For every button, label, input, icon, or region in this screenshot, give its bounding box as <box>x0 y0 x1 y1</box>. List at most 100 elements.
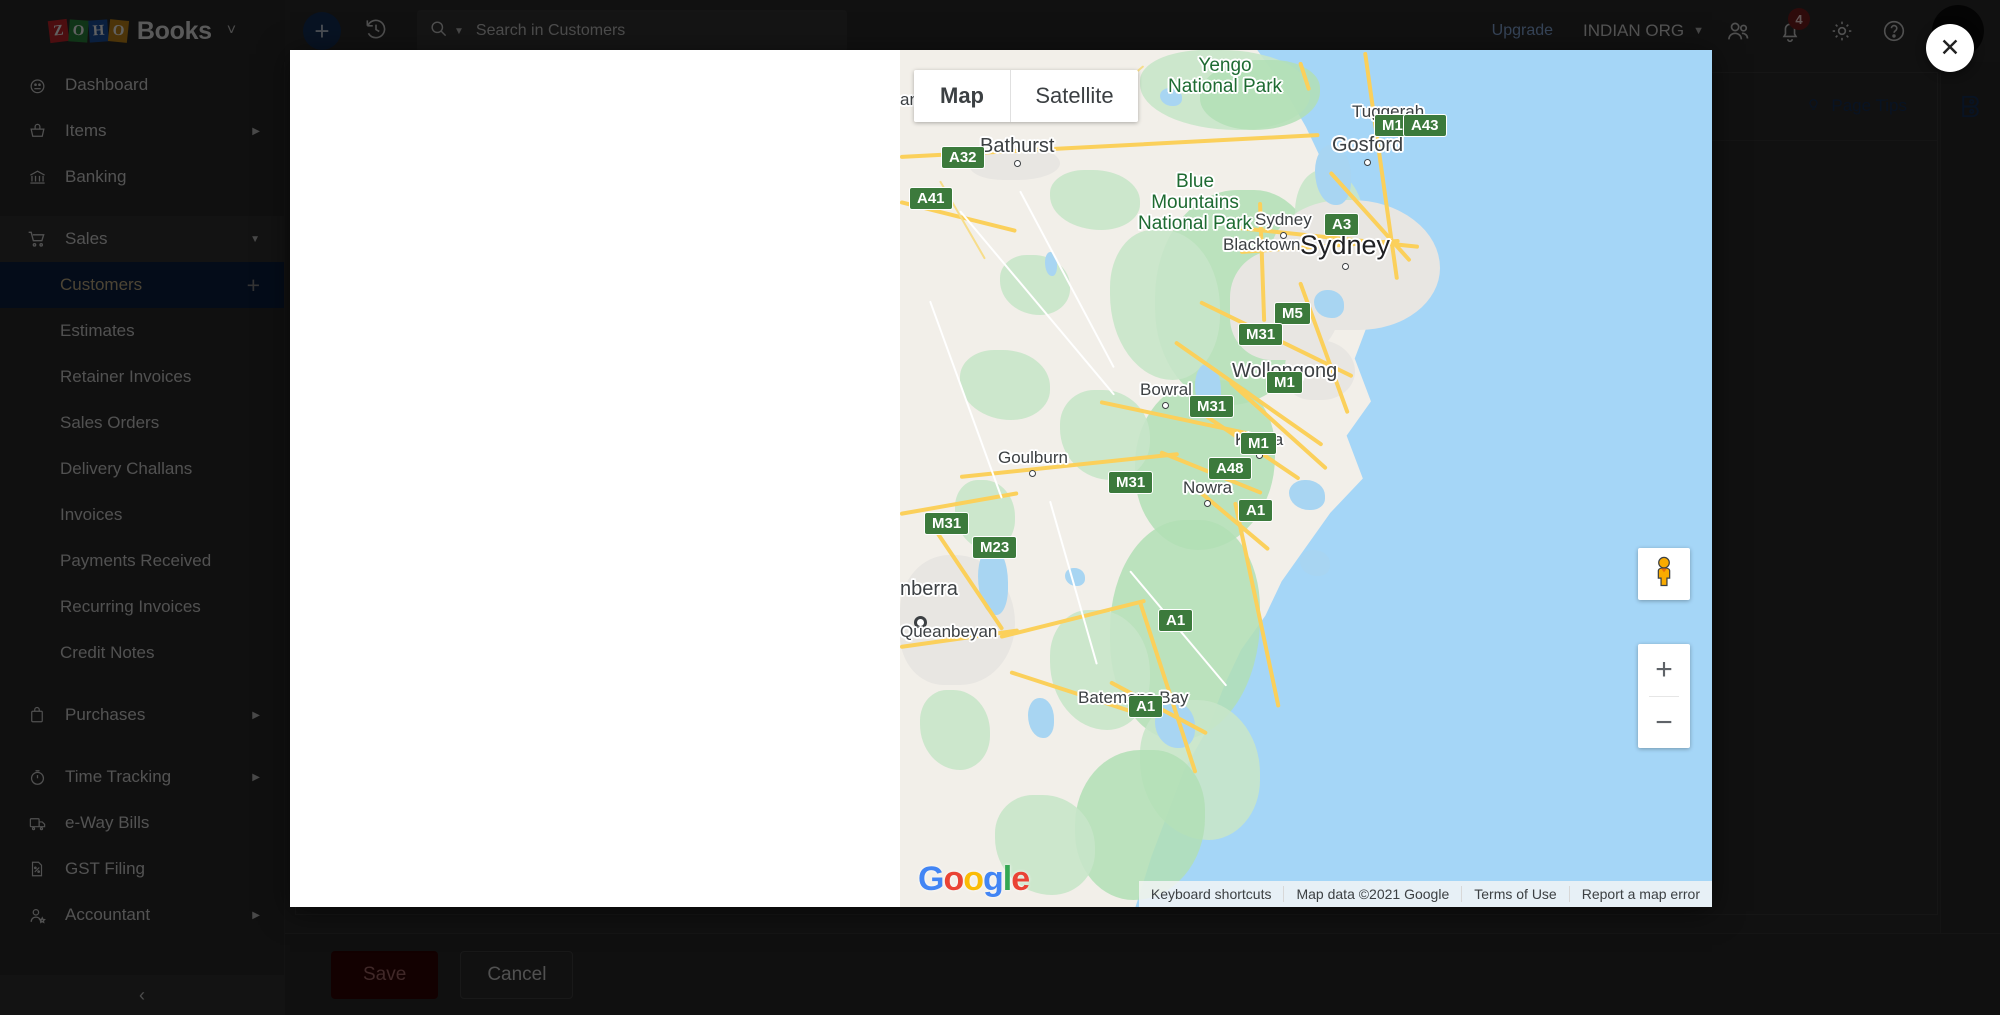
sidebar-item-label: Purchases <box>65 705 146 724</box>
sidebar-divider-gap <box>0 200 284 216</box>
zoom-out-button[interactable]: − <box>1638 697 1690 749</box>
map-place-dot <box>1341 263 1349 270</box>
save-button[interactable]: Save <box>331 950 439 999</box>
sidebar-item-delivery-challans[interactable]: Delivery Challans <box>0 446 284 492</box>
sidebar-item-purchases[interactable]: Purchases ▶ <box>0 692 284 738</box>
recent-activity-button[interactable] <box>363 16 389 47</box>
sidebar-item-payments-received[interactable]: Payments Received <box>0 538 284 584</box>
books-b-logo-icon[interactable] <box>1956 92 1985 1015</box>
keyboard-shortcuts-link[interactable]: Keyboard shortcuts <box>1139 886 1284 902</box>
map-place-label: nberra <box>900 578 958 600</box>
map-route-shield: A3 <box>1324 213 1360 237</box>
upgrade-link[interactable]: Upgrade <box>1492 22 1553 40</box>
sidebar-item-retainer-invoices[interactable]: Retainer Invoices <box>0 354 284 400</box>
sidebar-item-sales-orders[interactable]: Sales Orders <box>0 400 284 446</box>
sidebar-item-eway-bills[interactable]: e-Way Bills <box>0 800 284 846</box>
map-route-shield: A43 <box>1403 114 1447 138</box>
close-icon: ✕ <box>1939 34 1961 62</box>
chevron-down-icon[interactable]: ▼ <box>454 26 464 37</box>
sidebar-item-label: GST Filing <box>65 859 145 878</box>
gauge-icon <box>26 76 48 95</box>
sidebar-item-estimates[interactable]: Estimates <box>0 308 284 354</box>
chevron-down-icon[interactable]: ˅ <box>227 22 236 40</box>
sidebar-item-label: Dashboard <box>65 75 149 94</box>
sidebar-divider-gap <box>0 676 284 692</box>
chevron-down-icon: ▼ <box>250 233 260 245</box>
quick-create-button[interactable]: + <box>303 12 341 50</box>
plus-icon: + <box>314 15 330 46</box>
help-icon[interactable] <box>1868 0 1920 62</box>
bag-icon <box>26 706 48 724</box>
google-logo[interactable]: Google <box>918 860 1030 899</box>
sidebar-item-dashboard[interactable]: Dashboard <box>0 62 284 108</box>
org-switcher[interactable]: INDIAN ORG ▼ <box>1583 21 1704 41</box>
sidebar-item-items[interactable]: Items ▶ <box>0 108 284 154</box>
search-input[interactable]: Search in Customers <box>476 22 625 40</box>
chevron-right-icon: ▶ <box>252 125 260 137</box>
map-route-shield: A48 <box>1208 457 1252 481</box>
sidebar-group-sales[interactable]: Sales ▼ <box>0 216 284 262</box>
sidebar-item-label: Retainer Invoices <box>60 367 192 386</box>
map-vegetation <box>1075 750 1205 900</box>
zoho-logo-icon: Z O H O <box>47 18 129 44</box>
suite-name: Books <box>136 16 212 45</box>
map-route-shield: A1 <box>1238 499 1274 523</box>
notifications-bell-icon[interactable]: 4 <box>1764 0 1816 62</box>
map-route-shield: M5 <box>1274 302 1311 326</box>
sidebar-item-credit-notes[interactable]: Credit Notes <box>0 630 284 676</box>
map-type-satellite-button[interactable]: Satellite <box>1010 70 1138 122</box>
street-view-pegman-control[interactable] <box>1638 548 1690 600</box>
modal-left-panel <box>290 50 900 907</box>
sidebar-item-label: Time Tracking <box>65 767 172 786</box>
map-place-label: Blacktown <box>1223 235 1301 254</box>
sidebar-item-label: Customers <box>60 275 143 294</box>
sidebar-item-label: Delivery Challans <box>60 459 193 478</box>
map-type-map-button[interactable]: Map <box>914 70 1010 122</box>
map-type-control[interactable]: Map Satellite <box>914 70 1138 122</box>
sidebar-item-time-tracking[interactable]: Time Tracking ▶ <box>0 754 284 800</box>
sidebar-item-accountant[interactable]: Accountant ▶ <box>0 892 284 938</box>
map-place-dot <box>1029 470 1037 477</box>
map-place-dot <box>1013 160 1021 167</box>
report-map-error-link[interactable]: Report a map error <box>1568 886 1712 902</box>
chevron-right-icon: ▶ <box>252 909 260 921</box>
map-zoom-control[interactable]: + − <box>1638 644 1690 748</box>
sidebar-item-label: Credit Notes <box>60 643 155 662</box>
map-park-label: Blue Mountains National Park <box>1138 171 1253 234</box>
zoho-books-logo[interactable]: Z O H O Books ˅ <box>47 16 236 46</box>
form-footer: Save Cancel <box>285 933 2000 1015</box>
map-route-shield: M31 <box>1238 323 1284 347</box>
chevron-down-icon: ▼ <box>1693 25 1704 37</box>
sidebar-collapse-button[interactable]: ‹ <box>0 975 284 1015</box>
brand-area[interactable]: Z O H O Books ˅ <box>0 0 285 62</box>
terms-of-use-link[interactable]: Terms of Use <box>1461 886 1568 902</box>
page-tips-button[interactable]: Page Tips <box>1805 95 1907 117</box>
sidebar-item-label: e-Way Bills <box>65 813 150 832</box>
search-icon <box>429 19 448 43</box>
sidebar-item-label: Payments Received <box>60 551 212 570</box>
users-icon[interactable] <box>1712 0 1764 62</box>
google-logo-letter: g <box>983 860 1004 898</box>
map-place-label: Bathurst <box>980 135 1054 167</box>
sidebar-item-invoices[interactable]: Invoices <box>0 492 284 538</box>
user-star-icon <box>26 906 48 925</box>
google-logo-letter: e <box>1011 860 1030 898</box>
google-map[interactable]: Yengo National Park Blue Mountains Natio… <box>900 50 1712 907</box>
sidebar-item-gst-filing[interactable]: GST Filing <box>0 846 284 892</box>
zoom-in-button[interactable]: + <box>1638 644 1690 696</box>
global-search[interactable]: ▼ Search in Customers <box>417 10 847 52</box>
primary-sidebar: Dashboard Items ▶ Banking Sales ▼ Custom… <box>0 62 285 1015</box>
sidebar-item-recurring-invoices[interactable]: Recurring Invoices <box>0 584 284 630</box>
sidebar-item-customers[interactable]: Customers + <box>0 262 284 308</box>
add-customer-icon[interactable]: + <box>247 272 260 299</box>
sidebar-item-banking[interactable]: Banking <box>0 154 284 200</box>
zoho-letter: Z <box>47 18 70 44</box>
sidebar-group-label: Sales <box>65 229 108 248</box>
cancel-button[interactable]: Cancel <box>460 950 574 999</box>
chevron-left-icon: ‹ <box>139 984 145 1005</box>
chevron-right-icon: ▶ <box>252 771 260 783</box>
map-place-label: Nowra <box>1183 478 1232 507</box>
gear-icon[interactable] <box>1816 0 1868 62</box>
close-modal-button[interactable]: ✕ <box>1926 24 1974 72</box>
truck-icon <box>26 814 48 833</box>
